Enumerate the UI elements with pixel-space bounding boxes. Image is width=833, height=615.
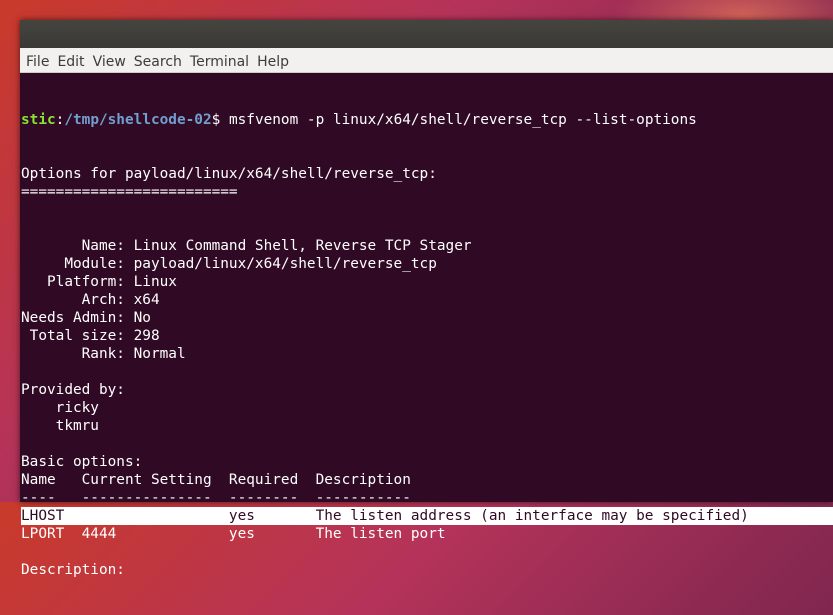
terminal-window: File Edit View Search Terminal Help stic…: [20, 20, 833, 578]
prompt-user: stic: [21, 112, 56, 128]
menu-bar: File Edit View Search Terminal Help: [20, 48, 833, 73]
prompt-end: $: [211, 112, 229, 128]
menu-file[interactable]: File: [26, 54, 49, 70]
prompt-path: /tmp/shellcode-02: [64, 112, 212, 128]
terminal-line: ---- --------------- -------- ----------…: [21, 490, 411, 506]
menu-help[interactable]: Help: [257, 54, 289, 70]
terminal-line: Needs Admin: No: [21, 310, 151, 326]
terminal-line: LPORT 4444 yes The listen port: [21, 526, 446, 542]
window-titlebar[interactable]: [20, 20, 833, 48]
menu-terminal[interactable]: Terminal: [190, 54, 249, 70]
terminal-line: Options for payload/linux/x64/shell/reve…: [21, 166, 437, 182]
terminal-line: Platform: Linux: [21, 274, 177, 290]
terminal-line: Name Current Setting Required Descriptio…: [21, 472, 411, 488]
menu-search[interactable]: Search: [134, 54, 182, 70]
terminal-line: Module: payload/linux/x64/shell/reverse_…: [21, 256, 437, 272]
command-text: msfvenom -p linux/x64/shell/reverse_tcp …: [228, 112, 697, 128]
terminal-line: ricky: [21, 400, 99, 416]
output-lines: Options for payload/linux/x64/shell/reve…: [21, 165, 833, 579]
terminal-line: tkmru: [21, 418, 99, 434]
terminal-line: Provided by:: [21, 382, 125, 398]
menu-edit[interactable]: Edit: [57, 54, 84, 70]
terminal-line: =========================: [21, 184, 238, 200]
menu-view[interactable]: View: [93, 54, 126, 70]
terminal-line: Name: Linux Command Shell, Reverse TCP S…: [21, 238, 472, 254]
terminal-line: Basic options:: [21, 454, 143, 470]
terminal-line: Arch: x64: [21, 292, 160, 308]
command-prompt-line: stic:/tmp/shellcode-02$ msfvenom -p linu…: [21, 111, 833, 129]
terminal-line: Rank: Normal: [21, 346, 186, 362]
terminal-output[interactable]: stic:/tmp/shellcode-02$ msfvenom -p linu…: [20, 73, 833, 615]
terminal-line-selected: LHOST yes The listen address (an interfa…: [21, 507, 833, 525]
terminal-line: Description:: [21, 562, 125, 578]
terminal-line: Total size: 298: [21, 328, 160, 344]
